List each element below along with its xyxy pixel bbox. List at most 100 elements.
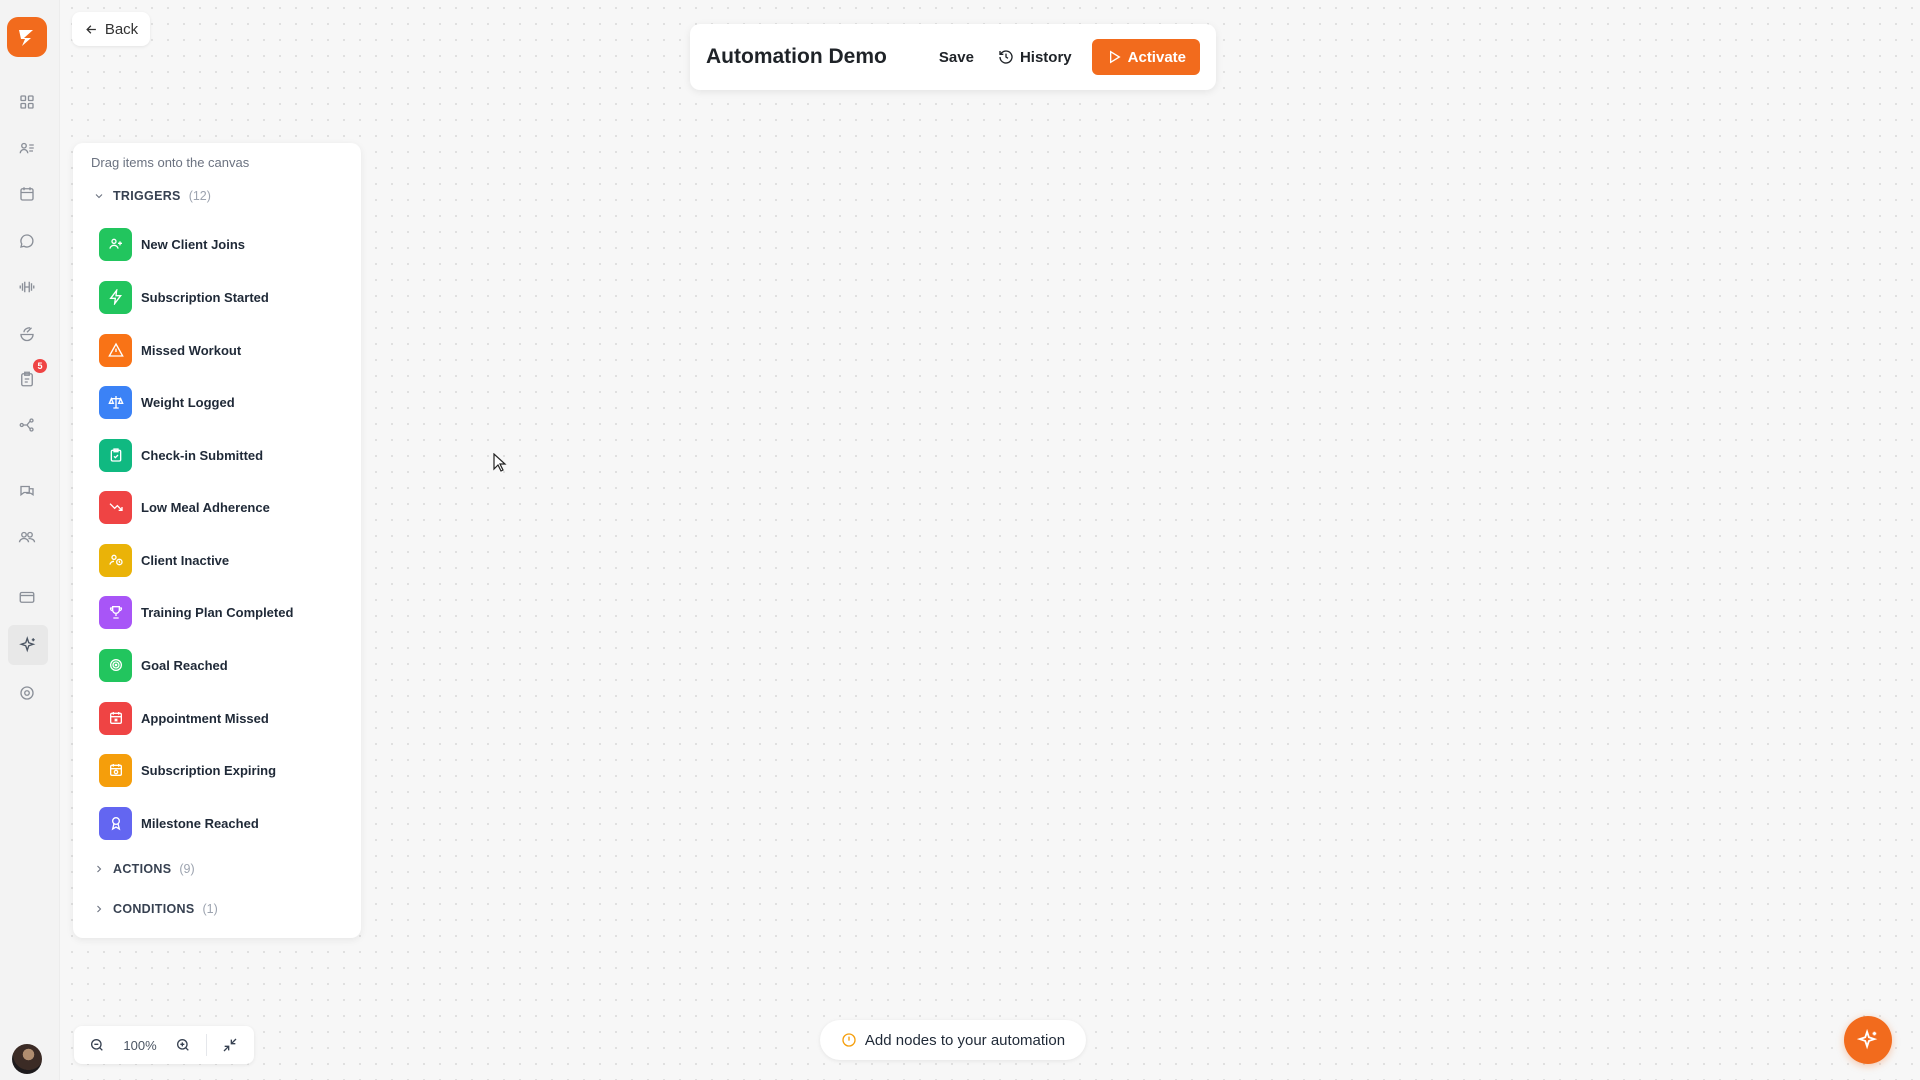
community-icon: [20, 485, 34, 497]
zoom-divider: [206, 1034, 207, 1056]
trigger-label: Subscription Expiring: [141, 762, 277, 778]
trigger-label: Client Inactive: [141, 552, 230, 568]
canvas-status: Add nodes to your automation: [820, 1020, 1086, 1060]
activate-button-label: Activate: [1127, 48, 1186, 66]
billing-nav[interactable]: [13, 583, 41, 611]
target-icon: [99, 648, 132, 682]
calendar-icon: [20, 187, 34, 201]
trigger-label: Weight Logged: [141, 394, 235, 410]
trigger-label: Appointment Missed: [141, 710, 269, 726]
mouse-cursor-icon: [493, 453, 507, 472]
zoom-in-icon: [177, 1039, 189, 1051]
integrations-nav[interactable]: [13, 411, 41, 439]
billing-icon: [19, 591, 35, 603]
bolt-icon: [99, 280, 132, 314]
messages-nav[interactable]: [13, 227, 41, 255]
nutrition-nav[interactable]: [13, 319, 41, 347]
save-button[interactable]: Save: [927, 39, 986, 75]
ai-assistant-button[interactable]: [1844, 1016, 1892, 1064]
settings-icon: [20, 686, 34, 700]
user-clock-icon: [99, 543, 132, 577]
team-nav[interactable]: [13, 523, 41, 551]
trigger-item[interactable]: Training Plan Completed: [99, 595, 349, 629]
automations-icon: [19, 636, 36, 653]
sparkle-icon: [1857, 1029, 1878, 1050]
trigger-label: Low Meal Adherence: [141, 499, 270, 515]
chevron-right-icon: [97, 865, 102, 873]
trigger-label: Training Plan Completed: [141, 604, 294, 620]
dashboard-nav[interactable]: [13, 88, 41, 116]
zoom-controls: 100%: [74, 1026, 254, 1064]
chevron-down-icon: [95, 194, 103, 199]
back-button[interactable]: Back: [72, 12, 150, 46]
fit-view-button[interactable]: [215, 1030, 245, 1060]
automation-title[interactable]: Automation Demo: [706, 45, 927, 69]
section-count: (12): [188, 189, 211, 203]
user-plus-icon: [99, 227, 132, 261]
trend-down-icon: [99, 490, 132, 524]
app-logo[interactable]: [7, 17, 47, 57]
section-count: (9): [179, 862, 195, 876]
minimize-icon: [223, 1038, 237, 1052]
trigger-item[interactable]: Weight Logged: [99, 385, 349, 419]
zoom-level: 100%: [123, 1037, 157, 1053]
settings-nav[interactable]: [13, 679, 41, 707]
trigger-item[interactable]: Milestone Reached: [99, 806, 349, 840]
trigger-item[interactable]: Low Meal Adherence: [99, 490, 349, 524]
section-label: CONDITIONS: [113, 902, 195, 916]
play-icon: [1109, 50, 1121, 64]
trigger-item[interactable]: New Client Joins: [99, 227, 349, 261]
trigger-label: Milestone Reached: [141, 815, 259, 831]
section-actions[interactable]: ACTIONS (9): [93, 862, 195, 876]
trigger-item[interactable]: Goal Reached: [99, 648, 349, 682]
user-avatar[interactable]: [12, 1044, 42, 1074]
community-nav[interactable]: [13, 477, 41, 505]
section-triggers[interactable]: TRIGGERS (12): [93, 189, 211, 203]
arrow-left-icon: [86, 24, 96, 34]
trigger-label: New Client Joins: [141, 236, 246, 252]
trigger-item[interactable]: Subscription Expiring: [99, 753, 349, 787]
trigger-label: Goal Reached: [141, 657, 228, 673]
history-button[interactable]: History: [986, 39, 1084, 75]
automations-nav[interactable]: [8, 625, 48, 665]
history-button-label: History: [1019, 48, 1072, 66]
team-icon: [18, 531, 36, 543]
node-palette: Drag items onto the canvas TRIGGERS (12)…: [73, 143, 361, 938]
save-button-label: Save: [938, 48, 974, 66]
warning-icon: [99, 333, 132, 367]
tasks-nav[interactable]: 5: [13, 359, 47, 393]
calendar-x-icon: [99, 701, 132, 735]
trigger-item[interactable]: Check-in Submitted: [99, 438, 349, 472]
section-label: TRIGGERS: [113, 189, 181, 203]
automation-toolbar: Automation Demo Save History Activate: [690, 24, 1216, 90]
zoom-out-icon: [91, 1039, 103, 1051]
trigger-item[interactable]: Subscription Started: [99, 280, 349, 314]
section-count: (1): [202, 902, 218, 916]
trigger-item[interactable]: Client Inactive: [99, 543, 349, 577]
clients-nav[interactable]: [13, 134, 41, 162]
trophy-icon: [99, 595, 132, 629]
calendar-nav[interactable]: [13, 180, 41, 208]
history-icon: [999, 50, 1013, 64]
zoom-in-button[interactable]: [168, 1030, 198, 1060]
app-sidebar: 5: [0, 0, 60, 1080]
chevron-right-icon: [97, 905, 102, 913]
trigger-item[interactable]: Missed Workout: [99, 333, 349, 367]
section-label: ACTIONS: [113, 862, 172, 876]
trigger-label: Check-in Submitted: [141, 447, 264, 463]
trigger-label: Subscription Started: [141, 289, 269, 305]
award-icon: [99, 806, 132, 840]
section-conditions[interactable]: CONDITIONS (1): [93, 902, 218, 916]
palette-hint: Drag items onto the canvas: [91, 155, 250, 170]
logo-icon: [19, 30, 33, 46]
trigger-item[interactable]: Appointment Missed: [99, 701, 349, 735]
back-button-label: Back: [104, 20, 139, 38]
scale-icon: [99, 385, 132, 419]
status-message: Add nodes to your automation: [864, 1031, 1066, 1049]
activate-button[interactable]: Activate: [1091, 39, 1200, 75]
nutrition-icon: [20, 327, 34, 342]
zoom-out-button[interactable]: [82, 1030, 112, 1060]
clipboard-check-icon: [99, 438, 132, 472]
clients-icon: [19, 142, 34, 154]
workouts-nav[interactable]: [13, 273, 41, 301]
